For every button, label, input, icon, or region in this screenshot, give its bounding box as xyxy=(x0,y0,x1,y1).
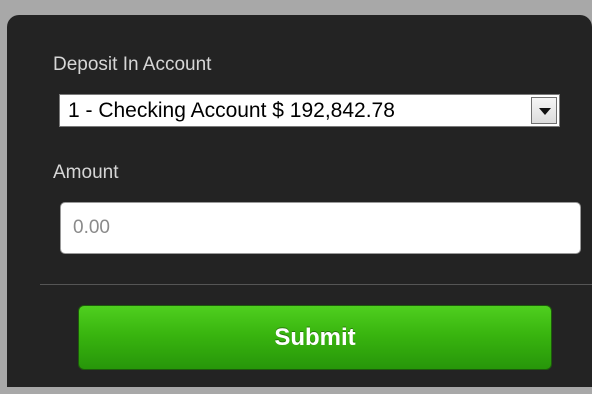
chevron-down-icon[interactable] xyxy=(531,97,557,124)
submit-button[interactable]: Submit xyxy=(78,305,552,370)
deposit-account-label: Deposit In Account xyxy=(53,54,212,75)
deposit-form-panel: Deposit In Account 1 - Checking Account … xyxy=(7,15,592,387)
amount-input[interactable] xyxy=(60,202,581,254)
amount-label: Amount xyxy=(53,162,119,183)
form-divider xyxy=(40,284,592,285)
account-select-value: 1 - Checking Account $ 192,842.78 xyxy=(68,99,395,122)
account-select[interactable]: 1 - Checking Account $ 192,842.78 xyxy=(59,94,560,127)
